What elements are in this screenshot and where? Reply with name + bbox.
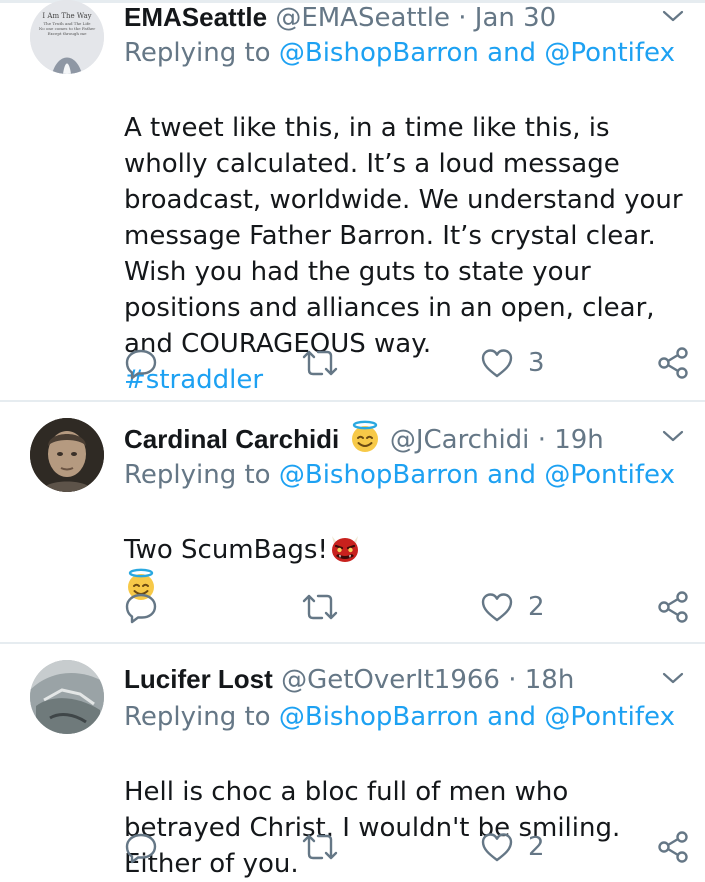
avatar[interactable] [30,660,104,734]
display-name[interactable]: EMASeattle [124,2,267,32]
ogre-emoji [331,536,358,562]
like-button[interactable]: 2 [480,829,545,865]
like-icon [481,833,513,862]
halo-smile-emoji [351,420,378,452]
like-count: 2 [528,832,545,862]
avatar[interactable] [30,418,104,492]
replying-to-label: Replying to [124,38,271,68]
mention-conjunction[interactable]: and [487,460,536,490]
mention-bishopbarron[interactable]: @BishopBarron [279,460,479,490]
mention-conjunction[interactable]: and [487,702,536,732]
retweet-button[interactable] [300,589,340,625]
replying-to: Replying to @BishopBarron and @Pontifex [124,36,675,70]
share-icon [658,831,688,863]
retweet-icon [302,834,338,860]
tweet-lucifer-lost[interactable]: Lucifer Lost @GetOverIt1966 · 18h Replyi… [0,644,705,881]
user-handle[interactable]: @GetOverIt1966 [281,665,500,695]
retweet-button[interactable] [300,829,340,865]
reply-icon [125,833,157,864]
display-name[interactable]: Cardinal Carchidi [124,424,339,454]
share-button[interactable] [656,345,690,381]
reply-button[interactable] [124,829,158,865]
share-icon [658,591,688,623]
action-bar: 2 [124,829,694,865]
avatar-image [30,660,104,734]
tweet-emaseattle[interactable]: I Am The Way The Truth and The Life No o… [0,0,705,402]
like-icon [481,349,513,378]
chevron-down-icon[interactable] [661,426,685,446]
retweet-icon [302,594,338,620]
like-button[interactable]: 2 [480,589,545,625]
svg-text:I Am The Way: I Am The Way [42,12,91,20]
chevron-down-icon[interactable] [661,668,685,688]
reply-button[interactable] [124,345,158,381]
replying-to-label: Replying to [124,702,271,732]
reply-button[interactable] [124,589,158,625]
tweet-body: Two ScumBags! [124,535,328,565]
action-bar: 3 [124,345,694,381]
chevron-down-icon[interactable] [661,6,685,26]
separator-dot: · [537,425,546,455]
user-handle[interactable]: @JCarchidi [390,425,530,455]
like-button[interactable]: 3 [480,345,545,381]
mention-bishopbarron[interactable]: @BishopBarron [279,702,479,732]
tweet-body: A tweet like this, in a time like this, … [124,113,683,359]
reply-icon [125,349,157,380]
separator-dot: · [508,665,517,695]
share-button[interactable] [656,829,690,865]
mention-pontifex[interactable]: @Pontifex [544,702,675,732]
avatar[interactable]: I Am The Way The Truth and The Life No o… [30,0,104,74]
mention-pontifex[interactable]: @Pontifex [544,38,675,68]
avatar-image: I Am The Way The Truth and The Life No o… [30,0,104,74]
reply-icon [125,593,157,624]
timestamp[interactable]: Jan 30 [475,3,556,33]
action-bar: 2 [124,589,694,625]
replying-to-label: Replying to [124,460,271,490]
mention-pontifex[interactable]: @Pontifex [544,460,675,490]
timestamp[interactable]: 19h [554,425,604,455]
tweet-cardinal-carchidi[interactable]: Cardinal Carchidi @JCarchidi · 19h Reply… [0,402,705,644]
avatar-image [30,418,104,492]
display-name[interactable]: Lucifer Lost [124,664,273,694]
mention-conjunction[interactable]: and [487,38,536,68]
replying-to: Replying to @BishopBarron and @Pontifex [124,700,675,734]
share-button[interactable] [656,589,690,625]
like-icon [481,593,513,622]
timestamp[interactable]: 18h [525,665,575,695]
like-count: 2 [528,592,545,622]
user-handle[interactable]: @EMASeattle [275,3,450,33]
mention-bishopbarron[interactable]: @BishopBarron [279,38,479,68]
share-icon [658,347,688,379]
replying-to: Replying to @BishopBarron and @Pontifex [124,458,675,492]
separator-dot: · [458,3,467,33]
retweet-button[interactable] [300,345,340,381]
svg-text:Except through me: Except through me [48,31,88,36]
retweet-icon [302,350,338,376]
like-count: 3 [528,348,545,378]
